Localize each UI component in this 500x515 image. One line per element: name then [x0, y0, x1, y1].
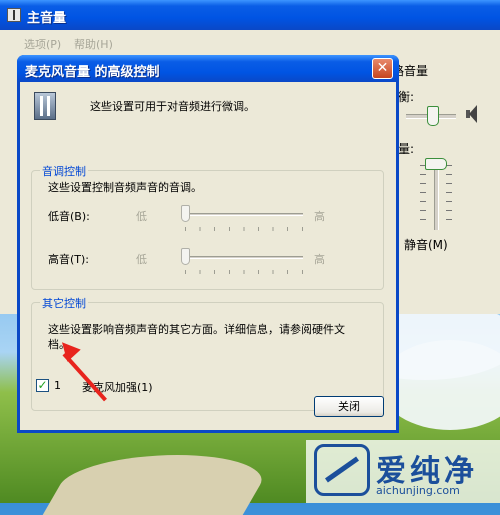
volume-slider-track[interactable] — [434, 160, 439, 230]
master-volume-title: 主音量 — [27, 11, 67, 26]
treble-min-label: 低 — [136, 253, 147, 266]
mixer-small-icon — [7, 8, 21, 22]
mic-boost-checkbox[interactable]: ✓ — [36, 379, 49, 392]
bass-slider-track[interactable] — [185, 213, 303, 216]
treble-slider-ticks — [185, 270, 303, 274]
volume-ticks-right — [446, 165, 452, 225]
speaker-icon — [466, 104, 478, 124]
volume-label: 量: — [398, 142, 415, 156]
menu-help[interactable]: 帮助(H) — [74, 36, 113, 52]
dialog-intro-text: 这些设置可用于对音频进行微调。 — [90, 100, 255, 113]
menu-bar: 选项(P) 帮助(H) — [0, 30, 500, 55]
advanced-controls-dialog: 麦克风音量 的高级控制 ✕ 这些设置可用于对音频进行微调。 音调控制 这些设置控… — [17, 55, 399, 433]
dialog-title: 麦克风音量 的高级控制 — [25, 65, 160, 80]
treble-max-label: 高 — [314, 253, 325, 266]
bass-max-label: 高 — [314, 210, 325, 223]
bass-label: 低音(B): — [48, 210, 90, 223]
balance-slider-thumb[interactable] — [427, 106, 439, 126]
dialog-client: 这些设置可用于对音频进行微调。 音调控制 这些设置控制音频声音的音调。 低音(B… — [20, 82, 396, 430]
tone-group-description: 这些设置控制音频声音的音调。 — [48, 181, 202, 194]
watermark-brand-en: aichunjing.com — [376, 484, 460, 497]
close-icon[interactable]: ✕ — [372, 58, 393, 79]
tone-control-group: 音调控制 这些设置控制音频声音的音调。 低音(B): 低 高 高音(T): 低 … — [31, 163, 384, 290]
volume-ticks-left — [420, 165, 426, 225]
mixer-icon — [34, 92, 56, 120]
treble-slider-thumb[interactable] — [181, 248, 190, 265]
master-volume-titlebar[interactable]: 主音量 — [0, 0, 500, 30]
treble-label: 高音(T): — [48, 253, 90, 266]
other-group-description-line1: 这些设置影响音频声音的其它方面。详细信息，请参阅硬件文 — [48, 323, 345, 336]
watermark: 爱纯净 aichunjing.com — [306, 440, 500, 503]
tone-group-legend: 音调控制 — [40, 163, 88, 179]
menu-options[interactable]: 选项(P) — [24, 36, 61, 52]
brand-logo-icon — [314, 444, 370, 496]
balance-label: 衡: — [398, 90, 415, 104]
mute-checkbox-label[interactable]: 静音(M) — [404, 236, 448, 253]
bass-min-label: 低 — [136, 210, 147, 223]
dialog-titlebar[interactable]: 麦克风音量 的高级控制 ✕ — [17, 55, 399, 82]
mic-boost-number: 1 — [54, 379, 61, 392]
bass-slider-thumb[interactable] — [181, 205, 190, 222]
other-group-legend: 其它控制 — [40, 295, 88, 311]
close-button[interactable]: 关闭 — [314, 396, 384, 417]
bass-slider-ticks — [185, 227, 303, 231]
volume-slider-thumb[interactable] — [425, 158, 447, 170]
treble-slider-track[interactable] — [185, 256, 303, 259]
